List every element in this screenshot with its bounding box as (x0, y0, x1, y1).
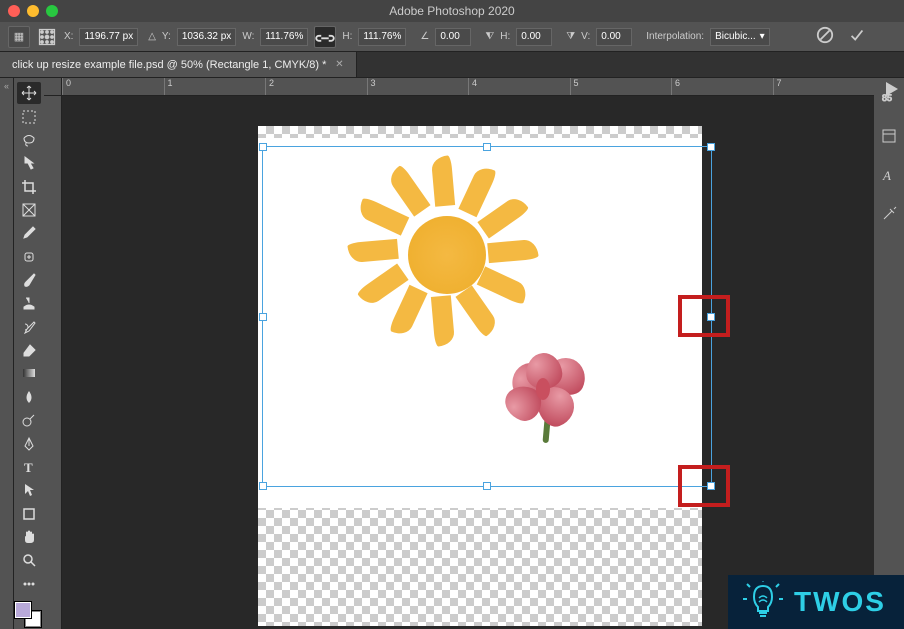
gradient-tool[interactable] (17, 362, 41, 384)
ruler-origin[interactable] (44, 78, 62, 96)
reference-point-toggle[interactable]: ▦ (8, 26, 30, 48)
crop-tool[interactable] (17, 175, 41, 197)
w-field[interactable]: 111.76% (260, 28, 308, 46)
blur-tool[interactable] (17, 386, 41, 408)
interpolation-label: Interpolation: (646, 31, 704, 42)
angle-label: ∠ (420, 31, 429, 42)
ruler-mark: 7 (773, 78, 875, 95)
maximize-window-button[interactable] (46, 5, 58, 17)
app-title: Adobe Photoshop 2020 (389, 4, 514, 18)
ruler-mark: 1 (164, 78, 266, 95)
vertical-ruler[interactable] (44, 96, 62, 629)
hand-tool[interactable] (17, 526, 41, 548)
skew-icon: ⧨ (485, 31, 494, 42)
h-skew-label: H: (500, 31, 510, 42)
window-controls (0, 5, 58, 17)
watermark-text: TWOS (794, 586, 886, 618)
panel-icon-properties[interactable] (880, 127, 898, 148)
cancel-transform-button[interactable] (816, 26, 834, 47)
flower-illustration (506, 353, 596, 443)
move-tool[interactable] (17, 82, 41, 104)
ruler-mark: 0 (62, 78, 164, 95)
history-brush-tool[interactable] (17, 316, 41, 338)
window-titlebar: Adobe Photoshop 2020 (0, 0, 904, 22)
artwork-white-bg (258, 138, 702, 508)
play-slideshow-icon[interactable] (886, 82, 898, 96)
watermark-badge: TWOS (728, 575, 904, 629)
annotation-highlight-box (678, 295, 730, 337)
eyedropper-tool[interactable] (17, 222, 41, 244)
ruler-mark: 5 (570, 78, 672, 95)
collapsed-panels-strip: 85 A (874, 78, 904, 629)
svg-text:T: T (24, 460, 33, 475)
v-skew-field[interactable]: 0.00 (596, 28, 632, 46)
path-select-tool[interactable] (17, 479, 41, 501)
document-tab-label: click up resize example file.psd @ 50% (… (12, 59, 326, 71)
panel-icon-type[interactable]: A (880, 166, 898, 187)
frame-tool[interactable] (17, 199, 41, 221)
collapse-x-icon: « (0, 78, 13, 94)
canvas-viewport[interactable]: 0 1 2 3 4 5 6 7 (44, 78, 874, 629)
shape-tool[interactable] (17, 502, 41, 524)
transform-handle-top-right[interactable] (707, 143, 715, 151)
ruler-mark: 3 (367, 78, 469, 95)
x-field[interactable]: 1196.77 px (79, 28, 138, 46)
angle-field[interactable]: 0.00 (435, 28, 471, 46)
y-label-text: Y: (162, 31, 171, 42)
h-field[interactable]: 111.76% (358, 28, 406, 46)
clone-stamp-tool[interactable] (17, 292, 41, 314)
type-tool[interactable]: T (17, 456, 41, 478)
lasso-tool[interactable] (17, 129, 41, 151)
quick-select-tool[interactable] (17, 152, 41, 174)
document-tab-bar: click up resize example file.psd @ 50% (… (0, 52, 904, 78)
annotation-highlight-box (678, 465, 730, 507)
toolbox-collapse-strip[interactable]: « (0, 78, 14, 629)
h-skew-field[interactable]: 0.00 (516, 28, 552, 46)
svg-text:A: A (882, 168, 891, 183)
lightbulb-icon (742, 581, 784, 623)
transform-options-bar: ▦ X: 1196.77 px △ Y: 1036.32 px W: 111.7… (0, 22, 904, 52)
sun-illustration (358, 166, 528, 336)
foreground-color-swatch[interactable] (15, 602, 31, 618)
v-skew-label: V: (581, 31, 590, 42)
edit-toolbar-button[interactable] (17, 573, 41, 595)
h-label: H: (342, 31, 352, 42)
aspect-lock-button[interactable] (314, 26, 336, 48)
skew-v-icon: ⧩ (566, 31, 575, 42)
y-label: △ (148, 31, 156, 42)
healing-brush-tool[interactable] (17, 246, 41, 268)
ruler-mark: 2 (265, 78, 367, 95)
minimize-window-button[interactable] (27, 5, 39, 17)
color-swatches[interactable] (15, 602, 43, 629)
toolbox: T (14, 78, 44, 629)
reference-point-locator[interactable] (36, 26, 58, 48)
horizontal-ruler[interactable]: 0 1 2 3 4 5 6 7 (62, 78, 874, 96)
close-tab-icon[interactable]: ✕ (334, 60, 344, 70)
zoom-tool[interactable] (17, 549, 41, 571)
brush-tool[interactable] (17, 269, 41, 291)
dodge-tool[interactable] (17, 409, 41, 431)
panel-icon-swatches[interactable] (880, 205, 898, 226)
ruler-mark: 6 (671, 78, 773, 95)
x-label: X: (64, 31, 73, 42)
w-label: W: (242, 31, 254, 42)
ruler-mark: 4 (468, 78, 570, 95)
y-field[interactable]: 1036.32 px (177, 28, 237, 46)
document-tab[interactable]: click up resize example file.psd @ 50% (… (0, 52, 357, 77)
commit-transform-button[interactable] (848, 26, 866, 47)
pen-tool[interactable] (17, 432, 41, 454)
eraser-tool[interactable] (17, 339, 41, 361)
marquee-tool[interactable] (17, 105, 41, 127)
interpolation-dropdown[interactable]: Bicubic...▾ (710, 28, 770, 46)
close-window-button[interactable] (8, 5, 20, 17)
flower-pistil (536, 378, 550, 400)
document-canvas[interactable] (258, 126, 702, 626)
